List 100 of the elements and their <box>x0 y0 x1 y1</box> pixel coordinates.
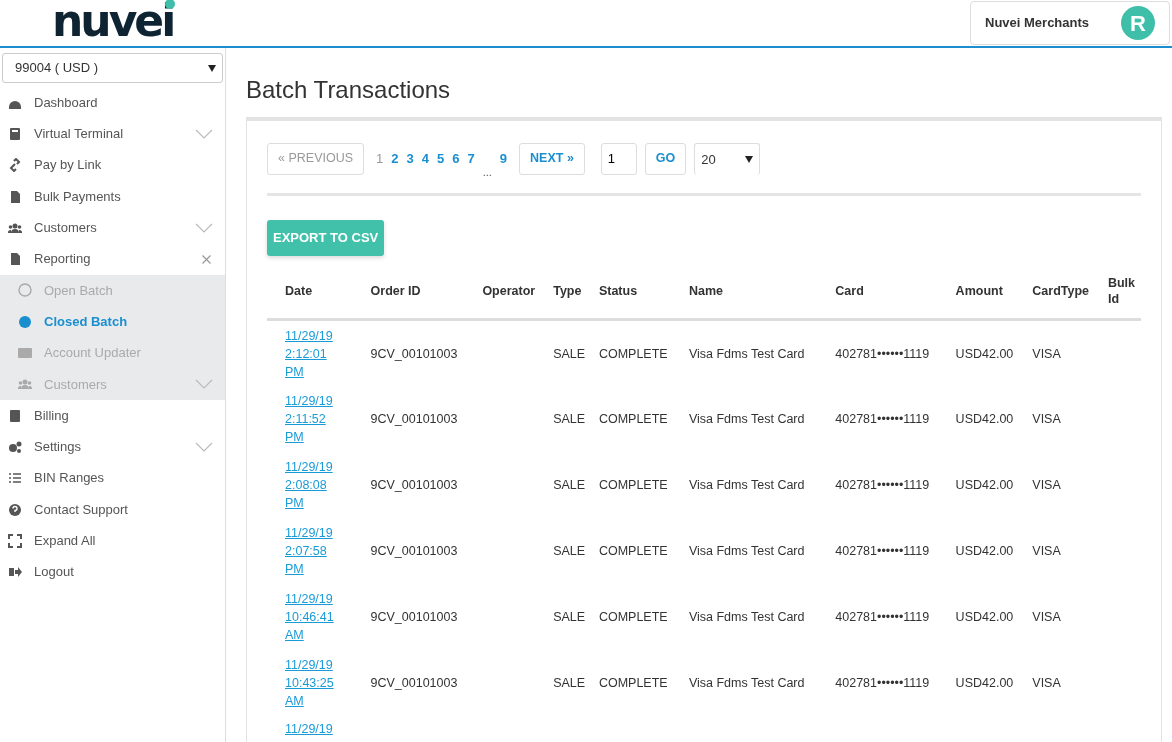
table-cell: VISA <box>1032 477 1061 492</box>
table-cell: Visa Fdms Test Card <box>688 477 805 492</box>
page-link[interactable]: 7 <box>463 149 479 169</box>
table-cell: SALE <box>553 675 586 690</box>
filled-circle-icon <box>18 314 32 329</box>
previous-button[interactable]: « PREVIOUS <box>267 142 365 175</box>
submenu-item[interactable]: Account Updater <box>0 337 225 369</box>
column-header: Date <box>267 263 371 320</box>
table-cell: 402781••••••1119 <box>835 609 930 624</box>
column-header: Bulk Id <box>1107 263 1141 320</box>
page-size-select[interactable]: 20 <box>694 142 761 175</box>
table-cell: COMPLETE <box>598 411 668 426</box>
date-link[interactable]: 11/29/19 10:43:25 AM <box>285 655 347 710</box>
table-cell: COMPLETE <box>598 346 668 361</box>
account-menu[interactable]: Nuvei Merchants R <box>970 1 1170 45</box>
table-cell: SALE <box>553 477 586 492</box>
page-link[interactable]: 9 <box>495 149 512 169</box>
avatar: R <box>1121 6 1155 40</box>
table-cell: USD42.00 <box>955 346 1014 361</box>
table-cell: 402781••••••1119 <box>835 477 930 492</box>
sidebar-item[interactable]: Bulk Payments <box>0 180 225 213</box>
date-link[interactable]: 11/29/19 2:12:01 PM <box>285 326 347 381</box>
column-header: CardType <box>1032 263 1108 320</box>
date-link[interactable]: 11/29/19 <box>285 719 347 738</box>
go-button[interactable]: GO <box>644 142 687 175</box>
account-select[interactable]: 99004 ( USD ) <box>2 53 223 83</box>
document-icon <box>8 189 22 204</box>
submenu-item[interactable]: Open Batch <box>0 274 225 307</box>
sidebar-item[interactable]: Virtual Terminal <box>0 118 225 150</box>
table-cell: Visa Fdms Test Card <box>688 543 805 558</box>
table-cell: VISA <box>1032 346 1061 361</box>
logo: nuvei <box>52 0 174 43</box>
page-link[interactable]: 3 <box>402 149 418 169</box>
date-link[interactable]: 11/29/19 2:08:08 PM <box>285 457 347 512</box>
sidebar-item[interactable]: Pay by Link <box>0 149 225 181</box>
table-cell: 402781••••••1119 <box>835 675 930 690</box>
table-cell: 9CV_00101003 <box>370 609 458 624</box>
column-header: Type <box>553 263 599 320</box>
sidebar-item[interactable]: BIN Ranges <box>0 462 225 494</box>
page-title: Batch Transactions <box>246 76 452 105</box>
list-icon <box>8 471 22 486</box>
table-cell: 402781••••••1119 <box>835 543 930 558</box>
sidebar-item[interactable]: Contact Support <box>0 493 225 526</box>
next-button[interactable]: NEXT » <box>519 142 585 175</box>
table-cell: 402781••••••1119 <box>835 411 930 426</box>
circle-icon <box>18 283 32 298</box>
page-input[interactable]: 1 <box>600 142 637 175</box>
table-cell: USD42.00 <box>955 543 1014 558</box>
table-cell: 9CV_00101003 <box>370 411 458 426</box>
expand-icon <box>8 533 22 548</box>
table-cell: Visa Fdms Test Card <box>688 346 805 361</box>
table-cell: SALE <box>553 609 586 624</box>
table-cell: 9CV_00101003 <box>370 675 458 690</box>
table-cell: SALE <box>553 346 586 361</box>
date-link[interactable]: 11/29/19 2:11:52 PM <box>285 391 347 446</box>
page-link[interactable]: 5 <box>432 149 449 169</box>
page-link[interactable]: 6 <box>448 149 464 169</box>
table-cell: 402781••••••1119 <box>835 346 930 361</box>
sidebar-item[interactable]: Logout <box>0 556 225 588</box>
sidebar-item[interactable]: Customers <box>0 212 225 244</box>
table-cell: VISA <box>1032 675 1061 690</box>
sidebar-item[interactable]: Billing <box>0 399 225 432</box>
column-header: Card <box>835 263 956 320</box>
table-cell: VISA <box>1032 411 1061 426</box>
help-icon <box>8 502 22 517</box>
card-icon <box>18 346 32 360</box>
sidebar-item[interactable]: Dashboard <box>0 87 225 119</box>
table-cell: SALE <box>553 543 586 558</box>
sidebar-item[interactable]: Expand All <box>0 525 225 557</box>
table-cell: COMPLETE <box>598 543 668 558</box>
calculator-icon <box>8 126 22 141</box>
submenu-item[interactable]: Customers <box>0 368 225 400</box>
caret-icon <box>745 155 754 163</box>
export-button[interactable]: EXPORT TO CSV <box>267 219 385 256</box>
page-link[interactable]: 4 <box>417 149 433 169</box>
table-cell: VISA <box>1032 609 1061 624</box>
caret-icon <box>208 64 216 72</box>
table-cell: USD42.00 <box>955 609 1014 624</box>
column-header: Operator <box>482 263 554 320</box>
table-cell: COMPLETE <box>598 609 668 624</box>
sidebar-item[interactable]: Settings <box>0 431 225 463</box>
page-link[interactable]: 1 <box>372 149 388 169</box>
document-icon <box>8 252 22 267</box>
table-cell: 9CV_00101003 <box>370 346 458 361</box>
page-link[interactable]: 2 <box>387 149 403 169</box>
table-cell: Visa Fdms Test Card <box>688 411 805 426</box>
date-link[interactable]: 11/29/19 2:07:58 PM <box>285 523 347 578</box>
table-cell: USD42.00 <box>955 411 1014 426</box>
table-cell: VISA <box>1032 543 1061 558</box>
table-cell: Visa Fdms Test Card <box>688 675 805 690</box>
column-header: Amount <box>955 263 1033 320</box>
column-header: Name <box>688 263 836 320</box>
date-link[interactable]: 11/29/19 10:46:41 AM <box>285 589 347 644</box>
sidebar-item[interactable]: Reporting <box>0 243 225 275</box>
submenu-item[interactable]: Closed Batch <box>0 306 225 338</box>
table-cell: Visa Fdms Test Card <box>688 609 805 624</box>
table-cell: SALE <box>553 411 586 426</box>
table-cell: COMPLETE <box>598 675 668 690</box>
users-icon <box>18 377 32 392</box>
ellipsis: ... <box>481 165 493 181</box>
